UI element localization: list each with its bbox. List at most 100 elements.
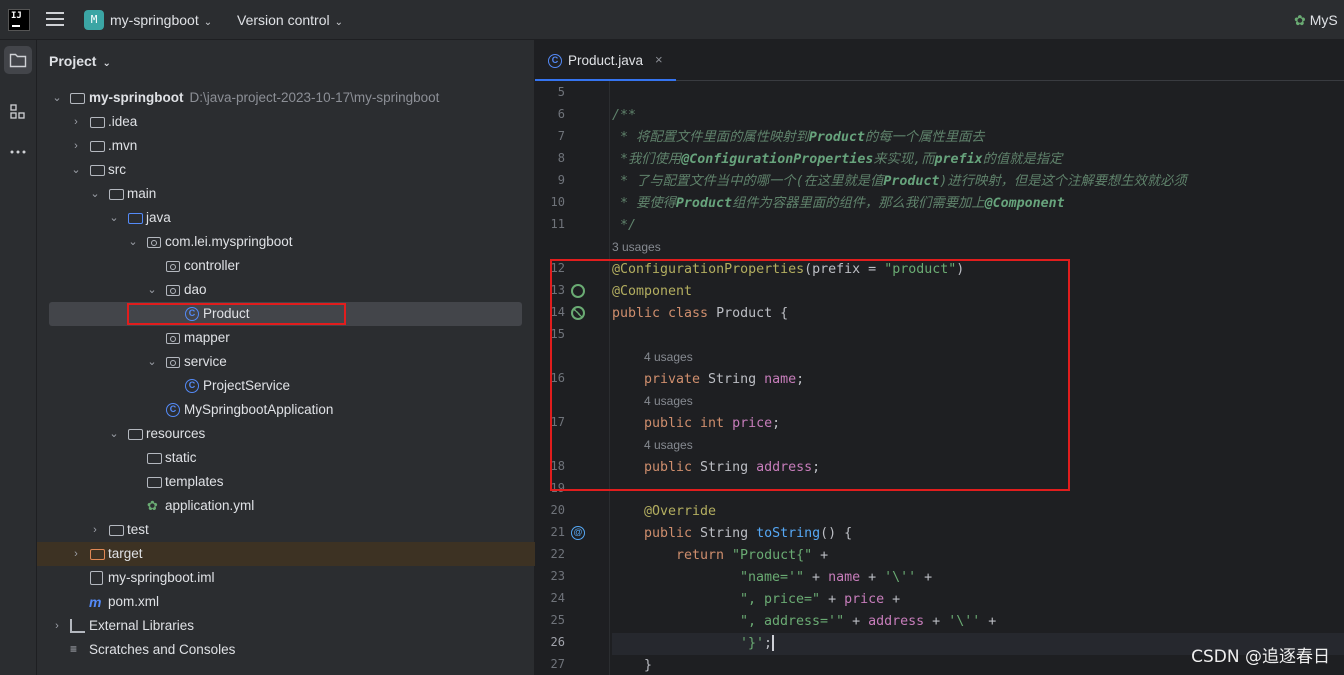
intellij-logo-icon[interactable]: IJ [8, 9, 30, 31]
spring-class-icon: C [166, 403, 180, 417]
version-control-menu[interactable]: Version control ⌄ [237, 12, 343, 28]
tree-item-my-springboot[interactable]: ⌄ my-springboot D:\java-project-2023-10-1… [37, 86, 535, 110]
tree-item-label: dao [184, 282, 207, 297]
resources-folder-icon [128, 429, 143, 440]
structure-icon [10, 104, 25, 119]
keyword: return [676, 548, 733, 563]
project-badge-icon[interactable]: M [84, 10, 104, 30]
spring-yml-icon: ✿ [147, 498, 158, 513]
comment-ref: prefix [934, 152, 983, 167]
chevron-down-icon[interactable]: ⌄ [108, 206, 120, 230]
chevron-right-icon[interactable]: › [89, 518, 101, 542]
tree-item-iml[interactable]: my-springboot.iml [37, 566, 535, 590]
chevron-down-icon[interactable]: ⌄ [146, 278, 158, 302]
annotation: @Component [612, 284, 693, 299]
string-literal: '\'' [948, 614, 981, 629]
spring-bean-icon[interactable] [571, 284, 585, 298]
usages-hint[interactable]: 4 usages [644, 350, 693, 364]
tree-item-test[interactable]: › test [37, 518, 535, 542]
tree-item-pom[interactable]: m pom.xml [37, 590, 535, 614]
tree-item-mvn[interactable]: › .mvn [37, 134, 535, 158]
keyword: public [644, 526, 701, 541]
comment: 的值就是指定 [982, 152, 1063, 167]
comment: 来实现,而 [873, 152, 935, 167]
string-literal: '}' [740, 636, 765, 651]
comment: */ [612, 218, 637, 233]
project-selector[interactable]: my-springboot ⌄ [110, 12, 212, 28]
chevron-down-icon[interactable]: ⌄ [108, 422, 120, 446]
project-tool-button[interactable] [4, 46, 32, 74]
tree-item-package-root[interactable]: ⌄ com.lei.myspringboot [37, 230, 535, 254]
chevron-down-icon[interactable]: ⌄ [89, 182, 101, 206]
annotation: @ConfigurationProperties [612, 262, 805, 277]
comment-ref: Product [883, 174, 940, 189]
tree-item-target[interactable]: › target [37, 542, 535, 566]
line-number: 15 [550, 327, 565, 341]
tree-item-external-libraries[interactable]: › External Libraries [37, 614, 535, 638]
tree-item-main[interactable]: ⌄ main [37, 182, 535, 206]
project-panel-header[interactable]: Project ⌄ [49, 53, 111, 69]
tree-item-label: ProjectService [203, 378, 291, 393]
chevron-right-icon[interactable]: › [51, 614, 63, 638]
usages-hint[interactable]: 4 usages [644, 394, 693, 408]
code-line-25: ", address='" + address + '\'' + [740, 611, 996, 633]
chevron-down-icon[interactable]: ⌄ [70, 158, 82, 182]
chevron-down-icon[interactable]: ⌄ [51, 86, 63, 110]
more-tools-button[interactable] [4, 138, 32, 166]
code-line-18: public String address; [644, 457, 820, 479]
comment: * 将配置文件里面的属性映射到 [612, 130, 809, 145]
close-icon[interactable]: × [655, 52, 663, 67]
usages-hint[interactable]: 3 usages [612, 240, 661, 254]
chevron-right-icon[interactable]: › [70, 134, 82, 158]
keyword: public [644, 460, 701, 475]
tree-item-label: my-springboot D:\java-project-2023-10-17\… [89, 86, 439, 110]
code-content[interactable]: /** * 将配置文件里面的属性映射到Product的每一个属性里面去 *我们使… [612, 81, 1344, 675]
tree-item-projectservice[interactable]: C ProjectService [37, 374, 535, 398]
tree-item-label: java [146, 210, 171, 225]
tree-item-scratches[interactable]: ≡ Scratches and Consoles [37, 638, 535, 662]
tree-item-mapper[interactable]: mapper [37, 326, 535, 350]
maven-icon: m [89, 594, 102, 610]
tree-item-src[interactable]: ⌄ src [37, 158, 535, 182]
chevron-down-icon[interactable]: ⌄ [127, 230, 139, 254]
usages-hint[interactable]: 4 usages [644, 438, 693, 452]
spring-bean-icon[interactable] [571, 306, 585, 320]
code-text: + [980, 614, 997, 629]
tree-item-templates[interactable]: templates [37, 470, 535, 494]
code-text: + [916, 570, 933, 585]
structure-tool-button[interactable] [4, 98, 32, 126]
scratches-icon: ≡ [70, 642, 78, 656]
tree-item-label: templates [165, 474, 224, 489]
override-method-icon[interactable]: @ [571, 526, 585, 540]
tree-item-service[interactable]: ⌄ service [37, 350, 535, 374]
tree-item-controller[interactable]: controller [37, 254, 535, 278]
code-line-22: return "Product{" + [676, 545, 828, 567]
main-menu-icon[interactable] [46, 12, 64, 27]
class-icon: C [548, 54, 562, 68]
editor-area: C Product.java × 5 6 7 8 9 10 11 12 13 1… [535, 40, 1344, 675]
run-configuration-selector[interactable]: ✿ MyS [1294, 12, 1338, 29]
tab-product-java[interactable]: C Product.java × [535, 40, 676, 81]
code-text: ) [956, 262, 965, 277]
field-name: name [764, 372, 797, 387]
libraries-icon [70, 619, 85, 633]
chevron-right-icon[interactable]: › [70, 110, 82, 134]
tree-item-resources[interactable]: ⌄ resources [37, 422, 535, 446]
tree-item-product[interactable]: C Product [37, 302, 535, 326]
tree-item-static[interactable]: static [37, 446, 535, 470]
tree-item-idea[interactable]: › .idea [37, 110, 535, 134]
type-name: String [700, 526, 757, 541]
line-number: 22 [550, 547, 565, 561]
line-number: 10 [550, 195, 565, 209]
tab-title: Product.java [568, 53, 644, 68]
tree-item-application-yml[interactable]: ✿ application.yml [37, 494, 535, 518]
tree-item-dao[interactable]: ⌄ dao [37, 278, 535, 302]
code-line-20: @Override [644, 501, 716, 523]
tree-item-myspringbootapplication[interactable]: C MySpringbootApplication [37, 398, 535, 422]
chevron-right-icon[interactable]: › [70, 542, 82, 566]
tree-item-java[interactable]: ⌄ java [37, 206, 535, 230]
comment-ref: Product [808, 130, 865, 145]
string-literal: ", address='" [740, 614, 845, 629]
comment: * 了与配置文件当中的哪一个(在这里就是值 [612, 174, 884, 189]
chevron-down-icon[interactable]: ⌄ [146, 350, 158, 374]
